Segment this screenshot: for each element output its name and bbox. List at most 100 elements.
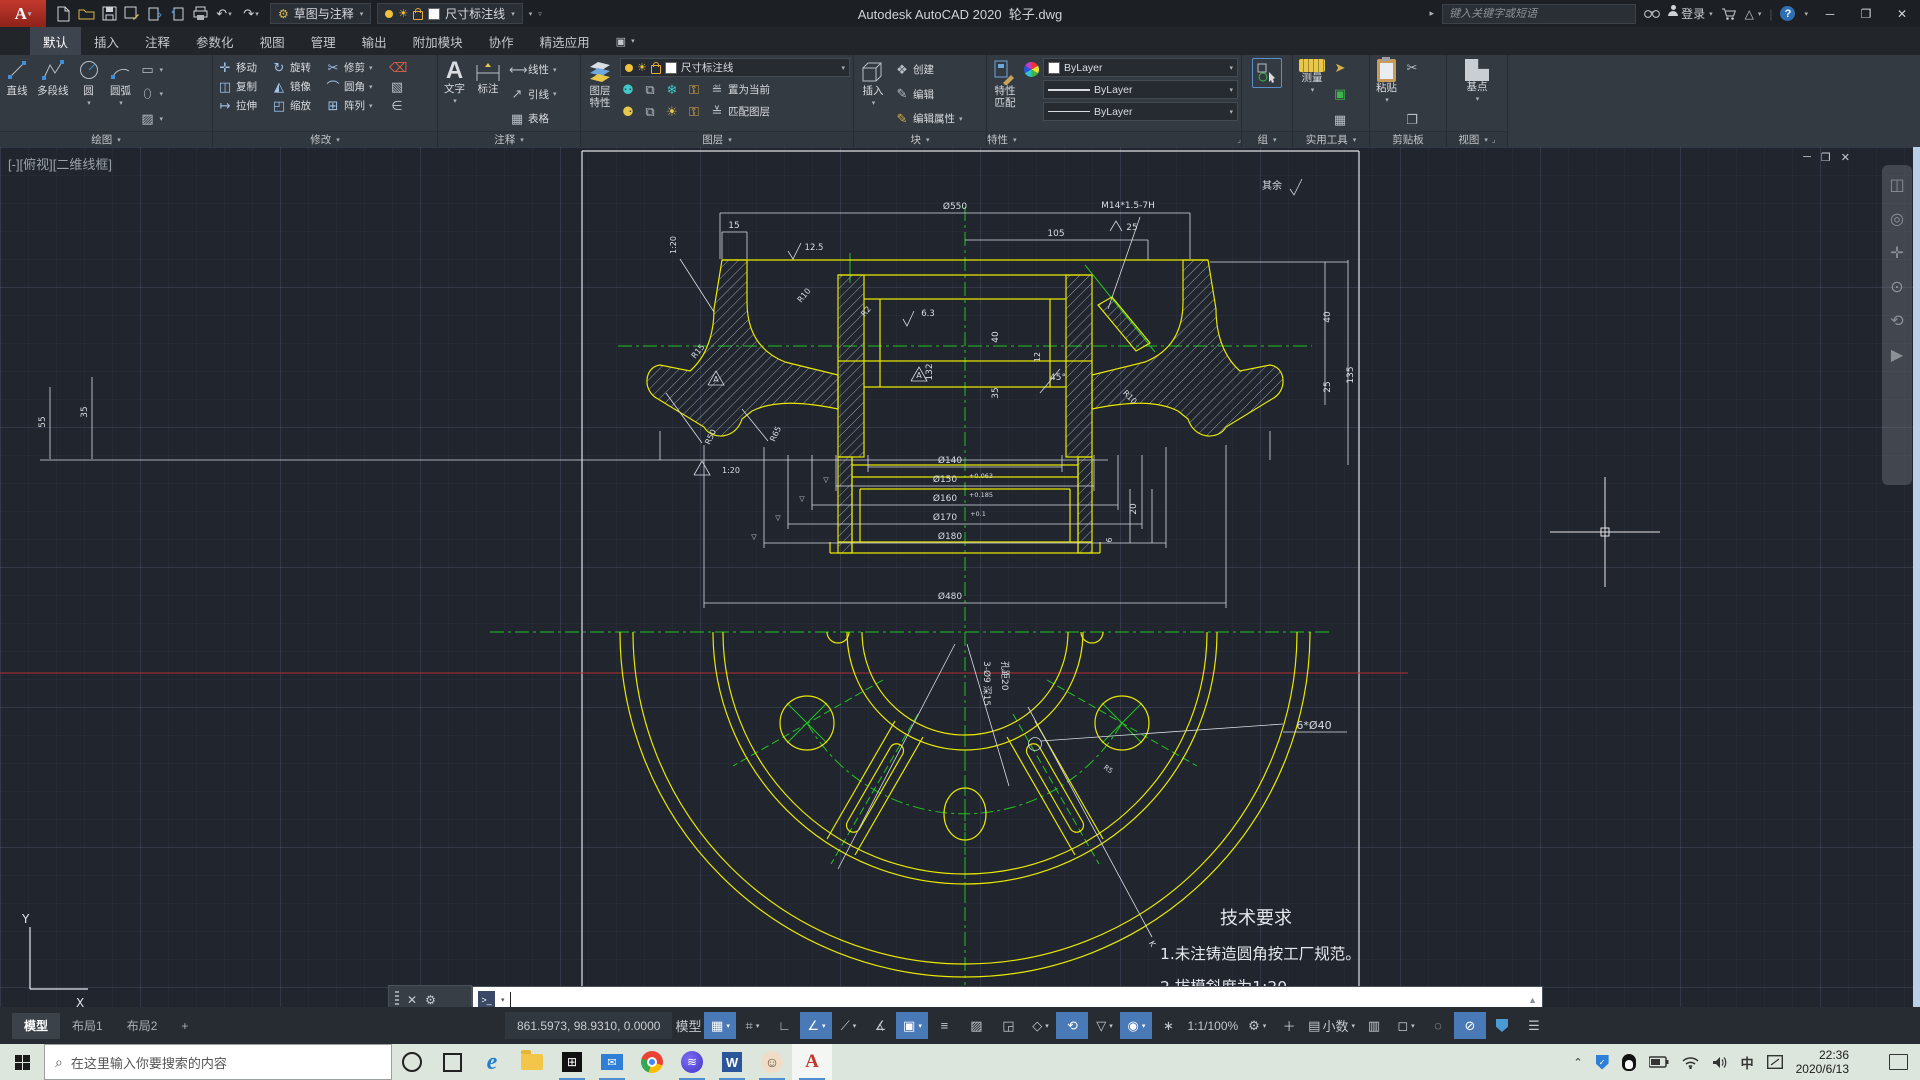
qq-tray-icon[interactable] [1622,1054,1636,1071]
layer-isolate-icon[interactable]: ⧉ [642,82,658,98]
pc-manager-icon[interactable]: ✓ [1596,1055,1609,1070]
word-icon[interactable]: W [712,1044,752,1080]
viewcube-icon[interactable]: ◫ [1889,175,1904,195]
layer-on-all-icon[interactable]: ⚈ [620,104,636,120]
thunder-icon[interactable]: ≋ [672,1044,712,1080]
taskbar-search[interactable]: ⌕ 在这里输入你要搜索的内容 [44,1044,392,1080]
measure-button[interactable]: 测量▾ [1296,58,1328,97]
store-icon[interactable]: ⊞ [552,1044,592,1080]
tab-manage[interactable]: 管理 [298,27,349,55]
match-layer-button[interactable]: ≚匹配图层 [708,102,771,121]
autoscale-toggle[interactable]: ∗ [1152,1012,1184,1039]
create-block-tool[interactable]: ❖创建 [893,60,964,79]
color-wheel-icon[interactable] [1024,62,1039,77]
steering-wheel-icon[interactable]: ◎ [1890,209,1904,229]
ime-indicator[interactable]: 中 [1741,1053,1754,1072]
layer-unisolate-icon[interactable]: ⧉ [642,104,658,120]
selection-cycling-toggle[interactable]: ◲ [992,1012,1024,1039]
insert-block-button[interactable]: 插入▾ [857,58,889,110]
tab-output[interactable]: 输出 [349,27,400,55]
sign-in-button[interactable]: 登录▾ [1668,5,1713,22]
line-tool[interactable]: 直线 [3,58,31,98]
quick-select-icon[interactable]: ➤ [1332,60,1348,76]
command-line-grip[interactable]: ✕ ⚙ [388,985,472,1007]
dimension-tool[interactable]: 标注 [472,58,504,96]
trim-tool[interactable]: ✂修剪▾ [324,58,388,77]
lineweight-dropdown[interactable]: ByLayer▾ [1043,80,1238,99]
model-space-button[interactable]: 模型 [672,1012,704,1039]
tab-view[interactable]: 视图 [247,27,298,55]
table-tool[interactable]: ▦表格 [508,109,558,128]
tab-model[interactable]: 模型 [12,1013,60,1039]
ellipse-tool[interactable]: ⬯▾ [139,85,165,104]
autocad-taskbar-icon[interactable]: A [792,1044,832,1080]
action-center-icon[interactable] [1889,1054,1908,1070]
panel-label-clipboard[interactable]: 剪贴板 [1370,131,1446,147]
search-binoculars-icon[interactable] [1644,8,1660,19]
touch-keyboard-icon[interactable] [1767,1055,1783,1069]
panel-label-draw[interactable]: 绘图▾ [0,131,212,147]
leader-tool[interactable]: ↗引线▾ [508,85,558,104]
layer-freeze-icon[interactable]: ❄ [664,82,680,98]
autodesk-360-icon[interactable]: △▾ [1745,7,1762,21]
tab-parametric[interactable]: 参数化 [183,27,247,55]
save-as-icon[interactable] [123,5,141,23]
clock[interactable]: 22:36 2020/6/13 [1796,1048,1849,1076]
viewport-controls[interactable]: [-][俯视][二维线框] [8,154,112,173]
print-icon[interactable] [192,5,210,23]
qq-icon[interactable]: ☺ [752,1044,792,1080]
security-icon[interactable] [1486,1012,1518,1039]
app-menu-button[interactable]: A▾ [0,0,46,27]
group-button[interactable] [1252,58,1282,88]
tab-collaborate[interactable]: 协作 [476,27,527,55]
grid-toggle[interactable]: ▦▾ [704,1012,736,1039]
panel-label-layers[interactable]: 图层▾ [581,131,853,147]
panel-label-properties[interactable]: 特性▾⌟ [987,131,1241,147]
linetype-dropdown[interactable]: ByLayer▾ [1043,102,1238,121]
tab-layout2[interactable]: 布局2 [115,1013,170,1039]
fillet-tool[interactable]: ⌒圆角▾ [324,77,388,96]
rectangle-tool[interactable]: ▭▾ [139,60,165,79]
layer-lock-icon[interactable]: ⚿ [686,82,702,98]
set-current-layer-button[interactable]: ≝置为当前 [708,80,771,99]
command-wrench-icon[interactable]: ⚙ [425,993,436,1007]
calculator-icon[interactable]: ▦ [1332,112,1348,128]
rotate-tool[interactable]: ↻旋转 [270,58,324,77]
mirror-tool[interactable]: ◭镜像 [270,77,324,96]
tab-featured-apps[interactable]: 精选应用 [527,27,603,55]
task-view-icon[interactable] [432,1044,472,1080]
close-button[interactable]: ✕ [1888,4,1916,24]
command-close-icon[interactable]: ✕ [407,993,417,1007]
snap-toggle[interactable]: ⌗▾ [736,1012,768,1039]
open-folder-icon[interactable] [77,5,95,23]
save-icon[interactable] [100,5,118,23]
transparency-toggle[interactable]: ▨ [960,1012,992,1039]
explode-tool[interactable]: ▧ [388,77,406,96]
help-search-input[interactable] [1442,4,1636,24]
volume-icon[interactable] [1712,1056,1728,1069]
layer-dropdown[interactable]: ☀ 尺寸标注线 ▾ [620,58,850,77]
doc-restore-icon[interactable]: ❐ [1821,151,1831,164]
stretch-tool[interactable]: ↦拉伸 [216,96,270,115]
object-snap-tracking-toggle[interactable]: ∡ [864,1012,896,1039]
linear-dim-tool[interactable]: ⟷线性▾ [508,60,558,79]
doc-close-icon[interactable]: ✕ [1841,151,1850,164]
upload-drawing-icon[interactable] [146,5,164,23]
tray-expand-icon[interactable]: ⌃ [1573,1056,1582,1069]
polar-tracking-toggle[interactable]: ∠▾ [800,1012,832,1039]
panel-label-groups[interactable]: 组▾ [1242,131,1292,147]
restore-button[interactable]: ❐ [1852,4,1880,24]
lock-ui-button[interactable]: ◻▾ [1390,1012,1422,1039]
array-tool[interactable]: ⊞阵列▾ [324,96,388,115]
panel-label-block[interactable]: 块▾ [854,131,986,147]
paste-button[interactable]: 粘贴▾ [1373,58,1400,107]
new-file-icon[interactable] [54,5,72,23]
select-window-icon[interactable]: ▣ [1332,86,1348,102]
command-input[interactable]: >_ ▾ ▲ [472,986,1543,1007]
polyline-tool[interactable]: 多段线 [35,58,71,98]
annotation-scale-button[interactable]: 1:1/100% [1184,1012,1241,1039]
showmotion-icon[interactable]: ▶ [1891,345,1903,365]
customization-button[interactable]: ☰ [1518,1012,1550,1039]
copy-clip-icon[interactable]: ❐ [1404,112,1420,128]
panel-label-utilities[interactable]: 实用工具▾ [1293,131,1369,147]
